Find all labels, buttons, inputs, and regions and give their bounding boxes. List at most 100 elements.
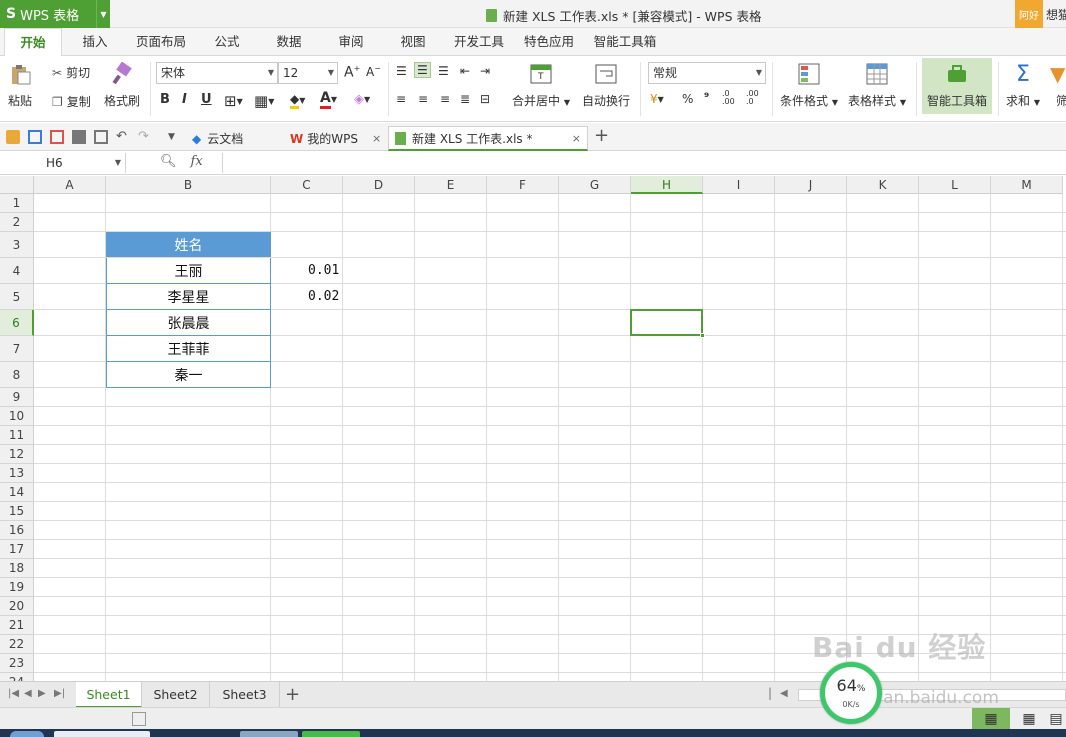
column-header-j[interactable]: J (775, 176, 847, 194)
row-header-20[interactable]: 20 (0, 597, 34, 616)
bold-button[interactable]: B (160, 92, 170, 107)
justify-button[interactable]: ≣ (460, 92, 470, 106)
network-speed-widget[interactable]: 64% 0K/s (820, 662, 882, 724)
tab-cloud-docs[interactable]: ◆ 云文档 (186, 126, 249, 151)
number-format-select[interactable]: 常规 ▼ (648, 62, 766, 84)
tab-home[interactable]: 开始 (4, 28, 62, 57)
redo-icon[interactable]: ↷ (138, 130, 152, 144)
borders-button[interactable]: ⊞ ▼ (224, 92, 243, 110)
italic-button[interactable]: I (182, 92, 187, 107)
tab-formulas[interactable]: 公式 (202, 28, 252, 56)
font-color-button[interactable]: A ▼ (320, 90, 337, 109)
decrease-font-button[interactable]: A− (366, 64, 381, 79)
fill-color-button[interactable]: ◆ ▼ (290, 92, 305, 109)
table-style-button[interactable]: 表格样式 ▼ (848, 62, 906, 109)
filter-button[interactable]: ▼ 筛 (1050, 62, 1066, 109)
column-header-h[interactable]: H (631, 176, 703, 194)
tab-view[interactable]: 视图 (388, 28, 438, 56)
print-icon[interactable] (72, 130, 86, 144)
cell-b7[interactable]: 王菲菲 (106, 336, 271, 362)
sheet-tab-3[interactable]: Sheet3 (210, 682, 280, 708)
normal-view-button[interactable]: ▦ (972, 708, 1010, 730)
undo-icon[interactable]: ↶ (116, 130, 130, 144)
customize-toolbar-icon[interactable]: ▼ (168, 130, 182, 144)
increase-indent-button[interactable]: ⇥ (480, 64, 490, 78)
start-orb-icon[interactable] (10, 731, 44, 737)
spreadsheet-grid[interactable]: A B C D E F G H I J K L M 1 2 3 4 5 6 7 8 9 10 11 12 13 14 15 16 17 18… (0, 176, 1066, 681)
last-sheet-icon[interactable]: ▶| (54, 688, 65, 699)
row-header-8[interactable]: 8 (0, 362, 34, 388)
tab-review[interactable]: 审阅 (326, 28, 376, 56)
row-header-1[interactable]: 1 (0, 194, 34, 213)
column-header-k[interactable]: K (847, 176, 919, 194)
distribute-button[interactable]: ⊟ (480, 92, 490, 106)
align-bottom-button[interactable]: ☰ (438, 64, 449, 78)
close-icon[interactable]: × (572, 132, 581, 145)
clear-format-button[interactable]: ◈ ▼ (354, 92, 370, 107)
row-header-2[interactable]: 2 (0, 213, 34, 232)
taskbar-item[interactable] (302, 731, 360, 737)
percent-button[interactable]: % (682, 92, 693, 106)
tab-data[interactable]: 数据 (264, 28, 314, 56)
align-right-button[interactable]: ≡ (440, 92, 450, 106)
tab-smart-toolbox[interactable]: 智能工具箱 (588, 28, 662, 56)
align-left-button[interactable]: ≡ (396, 92, 406, 106)
page-break-view-button[interactable]: ▤ (1046, 708, 1066, 730)
copy-button[interactable]: ❐ 复制 (52, 93, 91, 110)
paste-button[interactable]: 粘贴 (8, 62, 32, 109)
scroll-left-icon[interactable]: ◀ (780, 688, 788, 699)
first-sheet-icon[interactable]: |◀ (8, 688, 19, 699)
row-header-22[interactable]: 22 (0, 635, 34, 654)
row-header-24[interactable]: 24 (0, 673, 34, 681)
increase-font-button[interactable]: A+ (344, 64, 360, 81)
cell-b5[interactable]: 李星星 (106, 284, 271, 310)
tab-developer[interactable]: 开发工具 (448, 28, 510, 56)
smart-toolbox-button[interactable]: 智能工具箱 (922, 58, 992, 114)
column-header-c[interactable]: C (271, 176, 343, 194)
open-folder-icon[interactable] (6, 130, 20, 144)
tab-special-features[interactable]: 特色应用 (518, 28, 580, 56)
cell-b3[interactable]: 姓名 (106, 232, 271, 257)
font-name-select[interactable]: 宋体 ▼ (156, 62, 278, 84)
cell-b8[interactable]: 秦一 (106, 362, 271, 388)
macro-record-icon[interactable] (132, 712, 146, 726)
export-pdf-icon[interactable] (50, 130, 64, 144)
magnifier-icon[interactable]: 🔍︎ (160, 154, 177, 169)
fill-handle[interactable] (700, 333, 705, 338)
tab-document[interactable]: 新建 XLS 工作表.xls * × (388, 126, 588, 151)
user-name[interactable]: 想猫 (1046, 6, 1066, 23)
row-header-11[interactable]: 11 (0, 426, 34, 445)
format-painter-button[interactable]: 格式刷 (104, 62, 140, 109)
row-header-10[interactable]: 10 (0, 407, 34, 426)
column-header-i[interactable]: I (703, 176, 775, 194)
formula-input[interactable] (222, 153, 1066, 173)
column-header-d[interactable]: D (343, 176, 415, 194)
increase-decimal-button[interactable]: .0 .00 (722, 90, 744, 106)
row-header-19[interactable]: 19 (0, 578, 34, 597)
name-box[interactable]: H6 ▼ (0, 153, 126, 173)
cell-b6[interactable]: 张晨晨 (106, 310, 271, 336)
add-sheet-plus-icon[interactable]: + (285, 684, 300, 705)
wrap-text-button[interactable]: 自动换行 (582, 62, 630, 109)
row-header-4[interactable]: 4 (0, 258, 34, 284)
row-header-5[interactable]: 5 (0, 284, 34, 310)
next-sheet-icon[interactable]: ▶ (38, 688, 46, 699)
taskbar-item[interactable] (240, 731, 298, 737)
align-top-button[interactable]: ☰ (396, 64, 407, 78)
cell-c5[interactable]: 0.02 (271, 284, 342, 309)
tab-my-wps[interactable]: W 我的WPS × (284, 126, 387, 151)
row-header-23[interactable]: 23 (0, 654, 34, 673)
app-menu-dropdown-icon[interactable]: ▼ (96, 0, 110, 28)
column-header-a[interactable]: A (34, 176, 106, 194)
wps-app-menu-button[interactable]: S WPS 表格 ▼ (0, 0, 110, 28)
insert-function-button[interactable]: fx (191, 154, 203, 169)
decrease-decimal-button[interactable]: .00 .0 (746, 90, 768, 106)
row-header-17[interactable]: 17 (0, 540, 34, 559)
row-header-7[interactable]: 7 (0, 336, 34, 362)
font-size-select[interactable]: 12 ▼ (278, 62, 338, 84)
prev-sheet-icon[interactable]: ◀ (24, 688, 32, 699)
sheet-tab-2[interactable]: Sheet2 (142, 682, 210, 708)
merge-center-button[interactable]: T 合并居中 ▼ (512, 62, 570, 109)
column-header-b[interactable]: B (106, 176, 271, 194)
scroll-split-handle[interactable]: | (768, 686, 772, 700)
